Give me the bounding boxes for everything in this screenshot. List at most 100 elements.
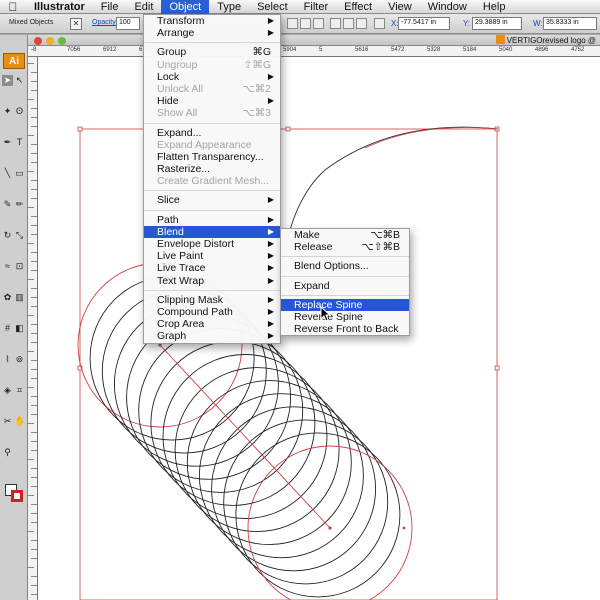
document-title[interactable]: VERTIGOrevised logo @ [495,35,596,46]
menu-item-transform[interactable]: Transform ▶ [144,15,280,27]
line-tool-icon[interactable]: ╲ [2,168,13,179]
blend-item-reverse-front-to-back[interactable]: Reverse Front to Back [281,323,409,335]
warp-tool-icon[interactable]: ≈ [2,261,13,272]
w-label: W: [533,19,543,28]
blend-item-release[interactable]: Release ⌥⇧⌘B [281,241,409,253]
w-field[interactable]: 35.8333 in [543,17,597,30]
align-left-icon[interactable] [287,18,298,29]
close-window-icon[interactable] [34,37,42,45]
menu-item-blend[interactable]: Blend ▶ [144,225,280,238]
free-transform-tool-icon[interactable]: ⊡ [14,261,25,272]
pen-tool-icon[interactable]: ✒ [2,137,13,148]
menu-illustrator[interactable]: Illustrator [26,0,93,14]
reference-point-icon[interactable] [374,18,385,29]
menu-item-clipping-mask[interactable]: Clipping Mask ▶ [144,294,280,306]
align-right-icon[interactable] [313,18,324,29]
menu-item-label: Graph [157,330,187,343]
lasso-tool-icon[interactable]: ʘ [14,106,25,117]
menu-window[interactable]: Window [420,0,475,14]
apple-menu-icon[interactable]:  [0,0,26,14]
pencil-tool-icon[interactable]: ✏ [14,199,25,210]
selection-tool-icon[interactable]: ➤ [2,75,13,86]
eyedropper-tool-icon[interactable]: ⌇ [2,354,13,365]
horizontal-ruler[interactable]: -870566912676866245604859045561654725328… [28,46,600,57]
menu-item-label: Rasterize... [157,163,211,176]
menu-item-live-paint[interactable]: Live Paint ▶ [144,250,280,262]
menu-object[interactable]: Object [161,0,210,14]
y-field[interactable]: 29.3889 in [472,17,522,30]
menu-help[interactable]: Help [475,0,514,14]
menu-item-text-wrap[interactable]: Text Wrap ▶ [144,275,280,287]
menu-effect[interactable]: Effect [336,0,380,14]
align-middle-icon[interactable] [343,18,354,29]
x-field[interactable]: -77.5417 in [398,17,450,30]
vertical-ruler[interactable] [28,57,38,600]
menu-item-flatten-transparency[interactable]: Flatten Transparency... [144,151,280,163]
menu-item-live-trace[interactable]: Live Trace ▶ [144,262,280,274]
live-paint-tool-icon[interactable]: ◈ [2,385,13,396]
scissors-tool-icon[interactable]: ✂ [2,416,13,427]
menu-item-path[interactable]: Path ▶ [144,214,280,226]
menu-item-expand[interactable]: Expand... [144,127,280,139]
blend-item-blend-options[interactable]: Blend Options... [281,260,409,272]
ruler-tick [31,468,37,469]
opacity-field[interactable]: 100 [116,17,140,30]
rectangle-tool-icon[interactable]: ▭ [14,168,25,179]
menu-view[interactable]: View [380,0,420,14]
menu-item-compound-path[interactable]: Compound Path ▶ [144,306,280,318]
menu-item-hide[interactable]: Hide ▶ [144,95,280,107]
menu-item-slice[interactable]: Slice ▶ [144,194,280,206]
ruler-tick [28,351,34,352]
graph-tool-icon[interactable]: ▥ [14,292,25,303]
scale-tool-icon[interactable]: ⤡ [14,230,25,241]
menu-item-arrange[interactable]: Arrange ▶ [144,27,280,39]
blend-tool-icon[interactable]: ⊚ [14,354,25,365]
menu-item-rasterize[interactable]: Rasterize... [144,163,280,175]
align-center-icon[interactable] [300,18,311,29]
spine-start-point [158,343,162,347]
menu-select[interactable]: Select [249,0,296,14]
hand-tool-icon[interactable]: ✋ [14,416,25,427]
blend-item-reverse-spine[interactable]: Reverse Spine [281,311,409,323]
stroke-swatch[interactable] [11,490,23,502]
menu-item-graph[interactable]: Graph ▶ [144,330,280,342]
mesh-tool-icon[interactable]: # [2,323,13,334]
ruler-tick [28,63,34,64]
submenu-arrow-icon: ▶ [267,71,274,81]
menu-item-label: Expand... [157,126,202,139]
menu-type[interactable]: Type [209,0,249,14]
gradient-tool-icon[interactable]: ◧ [14,323,25,334]
menu-item-envelope-distort[interactable]: Envelope Distort ▶ [144,238,280,250]
magic-wand-tool-icon[interactable]: ✦ [2,106,13,117]
blend-item-replace-spine[interactable]: Replace Spine [281,298,409,311]
ruler-tick-label: 5616 [355,47,369,53]
menu-file[interactable]: File [93,0,127,14]
align-bottom-icon[interactable] [356,18,367,29]
menu-edit[interactable]: Edit [126,0,161,14]
blend-item-make[interactable]: Make ⌥⌘B [281,229,409,241]
zoom-window-icon[interactable] [58,37,66,45]
align-top-icon[interactable] [330,18,341,29]
crop-area-tool-icon[interactable]: ⌗ [14,385,25,396]
blend-item-expand[interactable]: Expand [281,280,409,292]
ruler-tick-label: 7056 [67,47,81,53]
minimize-window-icon[interactable] [46,37,54,45]
paintbrush-tool-icon[interactable]: ✎ [2,199,13,210]
ruler-tick [31,198,37,199]
zoom-tool-icon[interactable]: ⚲ [2,447,13,458]
ai-file-icon [495,35,505,44]
direct-selection-tool-icon[interactable]: ↖ [14,75,25,86]
ruler-tick-label: 5328 [427,47,441,53]
menu-filter[interactable]: Filter [296,0,336,14]
menu-item-label: Flatten Transparency... [157,150,264,163]
menu-item-crop-area[interactable]: Crop Area ▶ [144,318,280,330]
menu-item-lock[interactable]: Lock ▶ [144,71,280,83]
rotate-tool-icon[interactable]: ↻ [2,230,13,241]
menu-item-group[interactable]: Group ⌘G [144,46,280,58]
type-tool-icon[interactable]: T [14,137,25,148]
isolate-group-icon[interactable]: ✕ [70,18,82,30]
opacity-label[interactable]: Opacity: [92,19,118,26]
submenu-arrow-icon: ▶ [267,96,274,106]
ruler-tick [31,225,37,226]
symbol-sprayer-tool-icon[interactable]: ✿ [2,292,13,303]
